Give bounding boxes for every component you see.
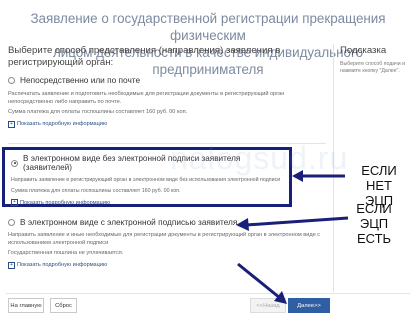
option-electronic-no-signature-radio-row[interactable]: В электронном виде без электронной подпи… xyxy=(11,154,285,172)
option-electronic-no-signature-fee: Сумма платежа для оплаты госпошлины сост… xyxy=(11,187,181,194)
submission-method-prompt: Выберите способ представления (направлен… xyxy=(8,45,281,68)
hint-sidebar: Подсказка Выберите способ подачи и нажми… xyxy=(340,45,414,75)
home-button[interactable]: На главную xyxy=(8,298,44,313)
hint-text: Выберите способ подачи и нажмите кнопку … xyxy=(340,61,405,74)
footer-divider xyxy=(6,293,410,294)
option-electronic-no-signature-more-label: Показать подробную информацию xyxy=(20,199,111,206)
option-electronic-with-signature-more-label: Показать подробную информацию xyxy=(17,262,108,268)
submission-method-section: Выберите способ представления (направлен… xyxy=(6,45,326,77)
option-electronic-no-signature-radio[interactable] xyxy=(11,159,18,167)
option-paper-more-link[interactable]: + Показать подробную информацию xyxy=(8,120,326,128)
option-paper: Непосредственно или по почте Распечатать… xyxy=(6,75,326,128)
option-electronic-with-signature: В электронном виде с электронной подпись… xyxy=(6,217,326,269)
option-electronic-with-signature-fee: Государственная пошлина не уплачивается. xyxy=(8,250,124,256)
annotation-has-eds-line-2: ЭЦП xyxy=(359,216,389,231)
option-paper-more-label: Показать подробную информацию xyxy=(17,121,108,127)
hint-title: Подсказка xyxy=(340,45,387,56)
option-electronic-with-signature-description: Направить заявление и иные необходимые д… xyxy=(8,232,321,246)
reset-button[interactable]: Сброс xyxy=(50,298,77,313)
annotation-no-eds-line-1: ЕСЛИ НЕТ xyxy=(361,163,397,193)
annotation-has-eds-line-1: ЕСЛИ xyxy=(356,201,392,216)
option-separator xyxy=(8,143,326,144)
expand-icon: + xyxy=(8,261,15,269)
option-paper-label: Непосредственно или по почте xyxy=(20,75,141,85)
form-footer: На главную Сброс <<Назад Далее>> xyxy=(6,293,410,316)
back-button[interactable]: <<Назад xyxy=(250,298,286,313)
sidebar-divider xyxy=(333,44,334,292)
arrow-to-electronic-no-signature-icon xyxy=(292,170,345,182)
registration-form-page: Заявление о государственной регистрации … xyxy=(0,0,416,320)
expand-icon: + xyxy=(8,120,15,128)
option-electronic-no-signature: В электронном виде без электронной подпи… xyxy=(2,147,292,207)
option-electronic-with-signature-more-link[interactable]: + Показать подробную информацию xyxy=(8,261,326,269)
option-electronic-with-signature-label: В электронном виде с электронной подпись… xyxy=(20,217,238,227)
option-electronic-no-signature-more-link[interactable]: + Показать подробную информацию xyxy=(11,199,285,206)
expand-icon: + xyxy=(11,199,18,206)
option-electronic-no-signature-description: Направить заявление в регистрирующий орг… xyxy=(11,177,281,183)
option-electronic-no-signature-label: В электронном виде без электронной подпи… xyxy=(23,154,241,172)
page-title-line-1: Заявление о государственной регистрации … xyxy=(30,11,386,43)
option-paper-radio[interactable] xyxy=(8,76,15,84)
option-paper-radio-row[interactable]: Непосредственно или по почте xyxy=(8,75,326,85)
option-paper-description: Распечатать заявление и подготовить необ… xyxy=(8,91,285,105)
annotation-has-eds: ЕСЛИ ЭЦП ЕСТЬ xyxy=(350,201,398,246)
option-electronic-with-signature-radio[interactable] xyxy=(8,218,15,226)
option-paper-fee: Сумма платежа для оплаты госпошлины сост… xyxy=(8,109,188,115)
option-electronic-with-signature-radio-row[interactable]: В электронном виде с электронной подпись… xyxy=(8,217,326,227)
annotation-has-eds-line-3: ЕСТЬ xyxy=(356,231,392,246)
next-button[interactable]: Далее>> xyxy=(288,298,330,313)
